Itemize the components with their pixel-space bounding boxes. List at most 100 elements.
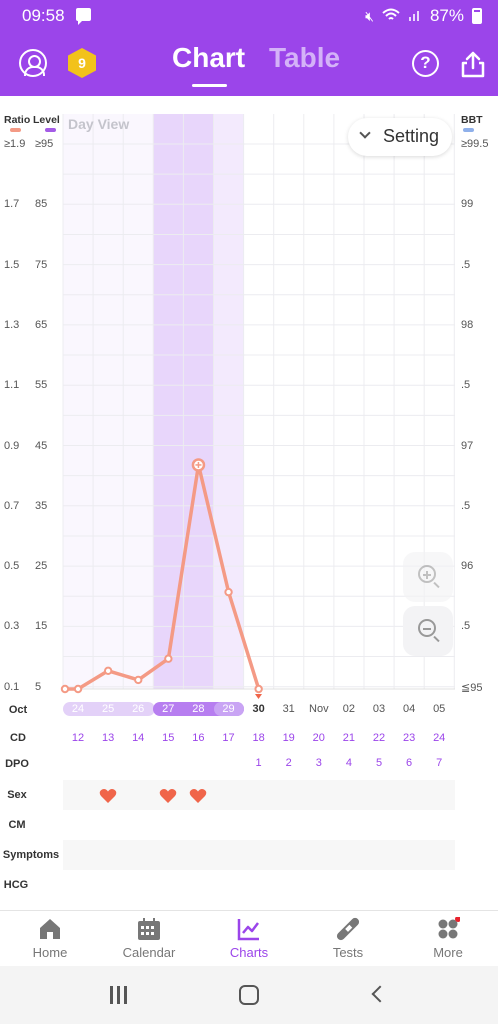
- date-cell[interactable]: 03: [364, 703, 394, 715]
- date-cell[interactable]: 31: [274, 703, 304, 715]
- level-tick-label: 45: [35, 439, 48, 452]
- zoom-in-button[interactable]: [403, 552, 453, 602]
- data-point: [60, 684, 70, 694]
- chart-area: Ratio Level BBT ≥1.9 1.7 1.5 1.3 1.1 0.9 0.7 0.…: [0, 96, 498, 908]
- signal-icon: [408, 8, 422, 25]
- level-tick-label: 85: [35, 198, 48, 211]
- data-point: [134, 675, 143, 685]
- month-row-label: Oct: [8, 704, 28, 716]
- bbt-tick-label: 99: [461, 198, 474, 211]
- chart-canvas[interactable]: [0, 96, 498, 908]
- dpo-cell: 5: [375, 757, 383, 769]
- date-cell[interactable]: 04: [394, 703, 424, 715]
- date-cell[interactable]: 25: [93, 703, 123, 715]
- setting-button[interactable]: Setting: [348, 118, 452, 156]
- chevron-down-icon: [359, 127, 371, 139]
- ratio-tick-label: 1.5: [4, 258, 20, 271]
- cd-cell: 21: [342, 732, 356, 744]
- date-cell[interactable]: 28: [183, 703, 213, 715]
- nav-home[interactable]: Home: [0, 911, 100, 967]
- data-point: [164, 654, 173, 663]
- level-tick-label: 35: [35, 499, 48, 512]
- cd-cell: 16: [192, 732, 205, 744]
- bbt-tick-label: .5: [461, 620, 471, 633]
- bbt-tick-label: .5: [461, 379, 471, 392]
- bbt-tick-label: 96: [461, 560, 474, 573]
- dpo-cell: 6: [406, 757, 413, 769]
- wifi-icon: [382, 8, 400, 25]
- help-icon[interactable]: ?: [412, 50, 439, 77]
- test-strip-icon: [336, 917, 360, 941]
- home-button-icon[interactable]: [239, 985, 259, 1005]
- date-cell[interactable]: 02: [334, 703, 364, 715]
- zoom-out-button[interactable]: [403, 606, 453, 656]
- cd-cell: 19: [282, 732, 295, 744]
- back-icon[interactable]: [371, 985, 389, 1003]
- hcg-row-label: HCG: [3, 879, 29, 891]
- cd-cell: 14: [132, 732, 145, 744]
- bbt-tick-label: .5: [461, 258, 471, 271]
- status-bar: 09:58 🔇︎ 87%: [0, 0, 498, 32]
- nav-more[interactable]: More: [398, 911, 498, 967]
- battery-percent: 87%: [429, 6, 464, 25]
- date-cell[interactable]: 24: [63, 703, 93, 715]
- nav-tests[interactable]: Tests: [298, 911, 398, 967]
- heart-icon[interactable]: [189, 788, 207, 804]
- fertile-window-band: [214, 114, 244, 689]
- dpo-cell: 3: [315, 757, 322, 769]
- date-cell[interactable]: 27: [153, 703, 183, 715]
- data-point: [224, 587, 233, 597]
- level-tick-label: 65: [35, 318, 48, 331]
- heart-icon[interactable]: [99, 788, 117, 804]
- cm-row-label: CM: [8, 819, 26, 831]
- cd-cell: 23: [402, 732, 416, 744]
- tab-chart[interactable]: Chart: [172, 42, 245, 74]
- app-bar: 9 Chart Table ?: [0, 32, 498, 96]
- bbt-legend-swatch: [463, 128, 474, 132]
- today-marker: [255, 694, 262, 699]
- bbt-tick-label: .5: [461, 499, 471, 512]
- date-cell[interactable]: 29: [214, 703, 244, 715]
- ratio-tick-label: 1.1: [4, 379, 20, 392]
- share-icon[interactable]: [460, 50, 486, 78]
- date-cell[interactable]: 26: [123, 703, 153, 715]
- date-cell[interactable]: Nov: [304, 703, 334, 715]
- dpo-row-label: DPO: [5, 758, 29, 770]
- calendar-icon: [138, 918, 160, 940]
- nav-charts[interactable]: Charts: [199, 911, 299, 967]
- sex-row-label: Sex: [7, 789, 27, 801]
- tab-table[interactable]: Table: [269, 42, 340, 74]
- recent-apps-icon[interactable]: [110, 986, 128, 1004]
- nav-calendar[interactable]: Calendar: [99, 911, 199, 967]
- ratio-tick-label: 0.5: [4, 560, 20, 573]
- date-cell[interactable]: 05: [424, 703, 454, 715]
- level-tick-label: 15: [35, 620, 48, 633]
- home-icon: [40, 919, 60, 939]
- more-icon: [438, 917, 460, 939]
- nav-tests-label: Tests: [332, 945, 364, 960]
- dpo-cell: 7: [436, 757, 443, 769]
- bbt-tick-label: 97: [461, 439, 474, 452]
- status-time: 09:58: [22, 6, 65, 25]
- chart-icon: [237, 919, 259, 941]
- bbt-axis-header: BBT: [461, 114, 483, 126]
- setting-label: Setting: [383, 126, 440, 146]
- level-badge[interactable]: 9: [68, 48, 96, 78]
- bbt-tick-label: ≥99.5: [461, 138, 489, 150]
- battery-icon: [472, 8, 482, 24]
- dpo-cell: 2: [285, 757, 292, 769]
- data-point: [73, 684, 83, 694]
- profile-icon[interactable]: [19, 49, 47, 77]
- bottom-nav: Home Calendar Charts Tests More: [0, 910, 498, 966]
- ratio-tick-label: 0.7: [4, 499, 20, 512]
- level-legend-swatch: [45, 128, 56, 132]
- bbt-tick-label: 98: [461, 318, 474, 331]
- date-cell[interactable]: 30: [244, 703, 274, 715]
- heart-icon[interactable]: [159, 788, 177, 804]
- level-tick-label: 5: [35, 680, 42, 693]
- ratio-tick-label: 0.1: [4, 680, 20, 693]
- level-tick-label: ≥95: [35, 138, 54, 150]
- zoom-in-icon: [418, 565, 436, 583]
- nav-calendar-label: Calendar: [122, 945, 176, 960]
- nav-charts-label: Charts: [229, 945, 269, 960]
